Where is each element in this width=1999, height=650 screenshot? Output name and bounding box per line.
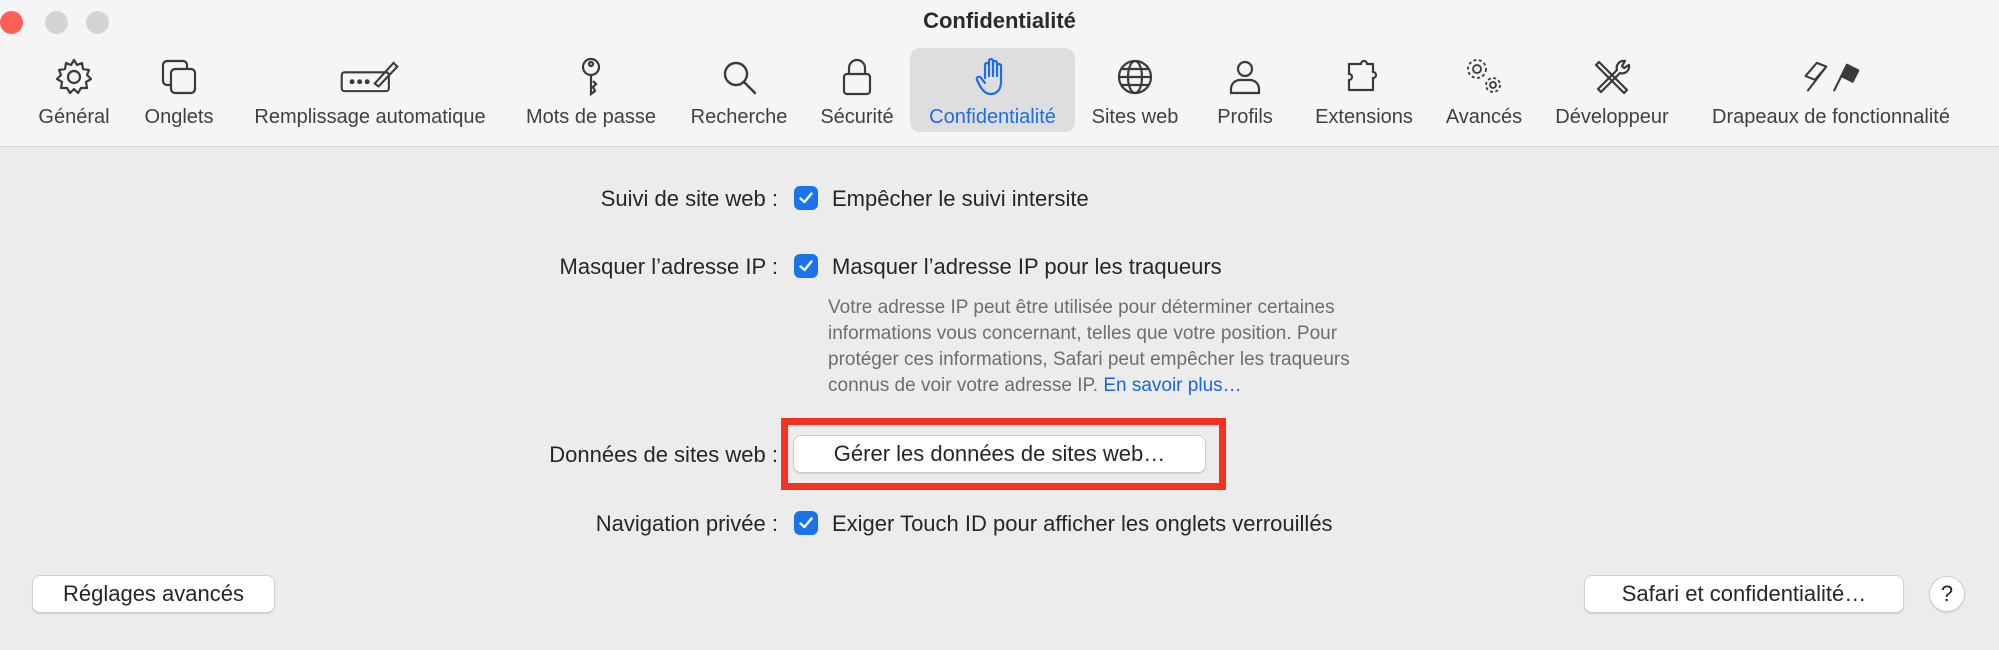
- help-button[interactable]: ?: [1929, 576, 1965, 612]
- tab-label: Extensions: [1315, 106, 1413, 128]
- puzzle-icon: [1341, 54, 1387, 100]
- tab-websites[interactable]: Sites web: [1084, 48, 1186, 132]
- tab-label: Profils: [1217, 106, 1273, 128]
- tab-label: Mots de passe: [525, 106, 657, 128]
- private-browsing-label: Navigation privée :: [595, 511, 778, 536]
- tab-label: Développeur: [1555, 106, 1669, 128]
- tab-advanced[interactable]: Avancés: [1435, 48, 1533, 132]
- window-title: Confidentialité: [923, 8, 1076, 33]
- hide-ip-option-label[interactable]: Masquer l’adresse IP pour les traqueurs: [832, 254, 1222, 280]
- tab-general[interactable]: Général: [26, 48, 122, 132]
- learn-more-link[interactable]: En savoir plus…: [1103, 375, 1241, 396]
- tab-extensions[interactable]: Extensions: [1305, 48, 1423, 132]
- toolbar: Confidentialité Général Onglets Rempliss…: [0, 0, 1999, 147]
- hand-icon: [970, 54, 1016, 100]
- preferences-window: Confidentialité Général Onglets Rempliss…: [0, 0, 1999, 650]
- globe-icon: [1112, 54, 1158, 100]
- tab-feature-flags[interactable]: Drapeaux de fonctionnalité: [1693, 48, 1969, 132]
- checkmark-icon: [799, 192, 813, 204]
- tab-label: Recherche: [690, 106, 788, 128]
- website-data-label: Données de sites web :: [549, 442, 778, 467]
- tab-profiles[interactable]: Profils: [1197, 48, 1293, 132]
- checkmark-icon: [799, 260, 813, 272]
- checkmark-icon: [799, 517, 813, 529]
- tools-icon: [1589, 54, 1635, 100]
- tab-tabs[interactable]: Onglets: [131, 48, 227, 132]
- tab-label: Remplissage automatique: [254, 106, 486, 128]
- touch-id-option-label[interactable]: Exiger Touch ID pour afficher les onglet…: [832, 511, 1333, 537]
- tab-label: Avancés: [1445, 106, 1523, 128]
- safari-privacy-button[interactable]: Safari et confidentialité…: [1584, 575, 1904, 613]
- hide-ip-help-text: Votre adresse IP peut être utilisée pour…: [828, 295, 1448, 399]
- tab-label: Drapeaux de fonctionnalité: [1712, 106, 1950, 128]
- tab-developer[interactable]: Développeur: [1543, 48, 1681, 132]
- key-icon: [568, 54, 614, 100]
- hide-ip-label: Masquer l’adresse IP :: [559, 254, 778, 279]
- help-line-text: connus de voir votre adresse IP.: [828, 375, 1099, 396]
- help-line: informations vous concernant, telles que…: [828, 323, 1338, 344]
- hide-ip-checkbox[interactable]: [794, 254, 818, 278]
- touch-id-checkbox[interactable]: [794, 511, 818, 535]
- autofill-pen-icon: [335, 54, 405, 100]
- tab-label: Sites web: [1091, 106, 1179, 128]
- tracking-checkbox[interactable]: [794, 186, 818, 210]
- tab-label: Onglets: [144, 106, 214, 128]
- tracking-label: Suivi de site web :: [600, 186, 778, 211]
- advanced-settings-button[interactable]: Réglages avancés: [32, 575, 275, 613]
- gears-icon: [1461, 54, 1507, 100]
- tab-privacy[interactable]: Confidentialité: [910, 48, 1075, 132]
- help-line: Votre adresse IP peut être utilisée pour…: [828, 297, 1335, 318]
- preferences-tabs: Général Onglets Remplissage automatique …: [0, 48, 1999, 132]
- tabs-icon: [156, 54, 202, 100]
- tab-security[interactable]: Sécurité: [809, 48, 905, 132]
- tab-label: Général: [38, 106, 110, 128]
- lock-icon: [834, 54, 880, 100]
- gear-icon: [51, 54, 97, 100]
- highlight-box: [781, 418, 1226, 490]
- help-line-last: connus de voir votre adresse IP. En savo…: [828, 373, 1448, 399]
- help-line: protéger ces informations, Safari peut e…: [828, 349, 1350, 370]
- tab-label: Confidentialité: [929, 106, 1056, 128]
- magnifier-icon: [716, 54, 762, 100]
- tab-autofill[interactable]: Remplissage automatique: [238, 48, 502, 132]
- flags-icon: [1796, 54, 1866, 100]
- tracking-option-label[interactable]: Empêcher le suivi intersite: [832, 186, 1089, 212]
- tab-label: Sécurité: [820, 106, 894, 128]
- tab-passwords[interactable]: Mots de passe: [515, 48, 667, 132]
- person-icon: [1222, 54, 1268, 100]
- tab-search[interactable]: Recherche: [681, 48, 797, 132]
